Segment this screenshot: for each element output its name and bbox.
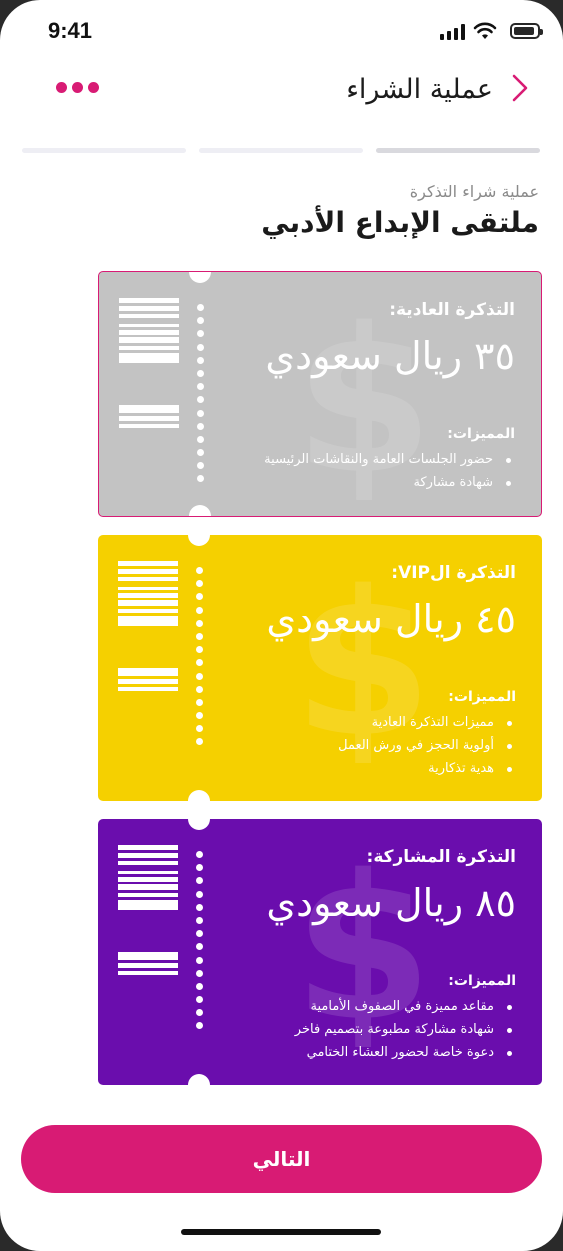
- page-title: عملية الشراء: [346, 74, 493, 105]
- page-subtitle: عملية شراء التذكرة: [409, 182, 539, 201]
- feature-item: شهادة مشاركة مطبوعة بتصميم فاخر: [295, 1018, 516, 1041]
- feature-item: هدية تذكارية: [338, 757, 516, 780]
- ticket-card-regular[interactable]: $ التذكرة العادية: ٣٥ ريال سعودي المميزا…: [98, 271, 542, 517]
- feature-item: دعوة خاصة لحضور العشاء الختامي: [295, 1041, 516, 1064]
- progress-step-2: [199, 148, 363, 153]
- features-list: مميزات التذكرة العادية أولوية الحجز في و…: [338, 711, 516, 780]
- ticket-card-vip[interactable]: $ التذكرة الVIP: ٤٥ ريال سعودي المميزات:…: [98, 535, 542, 801]
- header: عملية الشراء: [0, 60, 563, 124]
- barcode-icon: [118, 845, 178, 975]
- perforation: [196, 851, 204, 1036]
- features-label: المميزات:: [447, 426, 515, 442]
- progress-step-1: [22, 148, 186, 153]
- ticket-notch: [189, 505, 211, 516]
- ticket-card-participant[interactable]: $ التذكرة المشاركة: ٨٥ ريال سعودي المميز…: [98, 819, 542, 1085]
- ticket-price: ٨٥ ريال سعودي: [266, 881, 516, 925]
- cellular-signal-icon: [440, 24, 465, 40]
- step-progress: [22, 148, 540, 154]
- ticket-price: ٤٥ ريال سعودي: [266, 597, 516, 641]
- feature-item: شهادة مشاركة: [264, 471, 515, 494]
- features-label: المميزات:: [448, 689, 516, 705]
- features-label: المميزات:: [448, 973, 516, 989]
- ticket-notch: [189, 272, 211, 283]
- status-time: 9:41: [48, 18, 93, 43]
- barcode-icon: [118, 561, 178, 691]
- phone-screen: 9:41 عملية الشراء عملية شراء التذكرة ملت…: [0, 0, 563, 1251]
- progress-step-3: [376, 148, 540, 153]
- ticket-notch: [188, 790, 210, 801]
- perforation: [196, 567, 204, 752]
- ticket-title: التذكرة الVIP:: [391, 563, 516, 583]
- battery-icon: [510, 23, 543, 39]
- back-chevron-icon[interactable]: [509, 70, 533, 106]
- perforation: [197, 304, 205, 489]
- wifi-icon: [473, 22, 497, 39]
- barcode-icon: [119, 298, 179, 428]
- feature-item: مقاعد مميزة في الصفوف الأمامية: [295, 995, 516, 1018]
- home-indicator: [181, 1229, 381, 1235]
- next-button[interactable]: التالي: [21, 1125, 542, 1193]
- ticket-title: التذكرة العادية:: [389, 300, 515, 320]
- ticket-notch: [188, 819, 210, 830]
- feature-item: مميزات التذكرة العادية: [338, 711, 516, 734]
- event-title: ملتقى الإبداع الأدبي: [261, 206, 539, 239]
- more-options-icon[interactable]: [56, 82, 100, 96]
- ticket-notch: [188, 1074, 210, 1085]
- ticket-notch: [188, 535, 210, 546]
- ticket-price: ٣٥ ريال سعودي: [265, 334, 515, 378]
- features-list: حضور الجلسات العامة والنقاشات الرئيسية ش…: [264, 448, 515, 494]
- ticket-title: التذكرة المشاركة:: [366, 847, 516, 867]
- features-list: مقاعد مميزة في الصفوف الأمامية شهادة مشا…: [295, 995, 516, 1064]
- feature-item: أولوية الحجز في ورش العمل: [338, 734, 516, 757]
- status-bar: 9:41: [0, 0, 563, 64]
- feature-item: حضور الجلسات العامة والنقاشات الرئيسية: [264, 448, 515, 471]
